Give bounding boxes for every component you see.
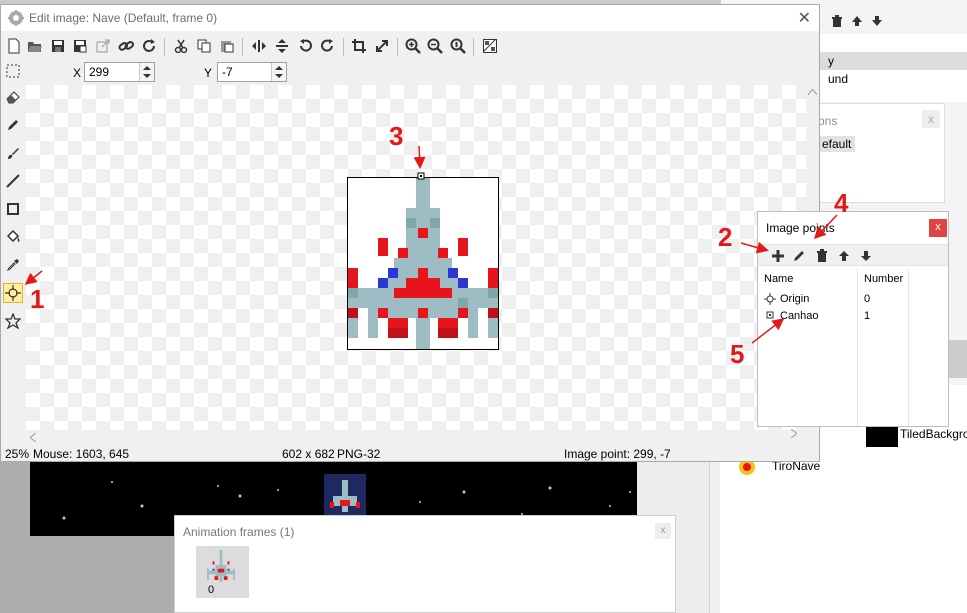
- annotation-label: 4: [834, 188, 849, 218]
- annotation-label: 1: [30, 284, 45, 314]
- annotation-label: 5: [730, 339, 745, 369]
- annotation-arrows: [24, 145, 838, 344]
- annotation-label: 3: [389, 121, 404, 151]
- annotation-label: 2: [718, 222, 733, 252]
